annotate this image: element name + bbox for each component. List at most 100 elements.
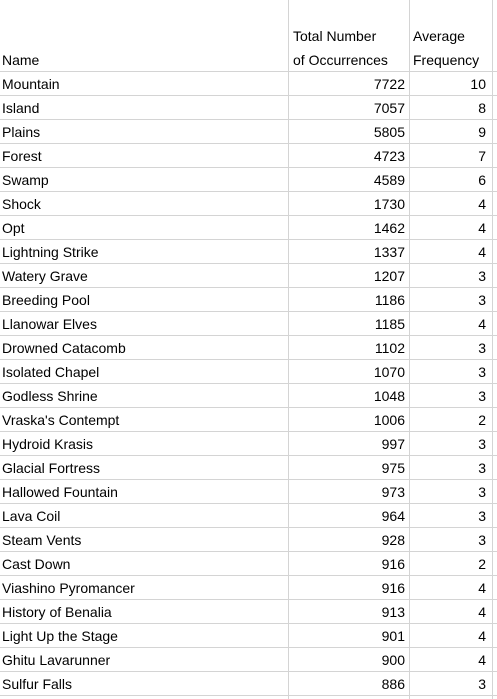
row-divider xyxy=(0,503,497,504)
cell-total[interactable]: 997 xyxy=(289,432,407,456)
cell-frequency[interactable]: 10 xyxy=(410,72,490,96)
row-divider xyxy=(0,215,497,216)
header-name-cell[interactable]: Name xyxy=(2,48,39,72)
row-divider xyxy=(0,143,497,144)
cell-frequency[interactable]: 4 xyxy=(410,648,490,672)
cell-total[interactable]: 1102 xyxy=(289,336,407,360)
cell-name[interactable]: Light Up the Stage xyxy=(2,624,286,648)
cell-total[interactable]: 7057 xyxy=(289,96,407,120)
cell-name[interactable]: Island xyxy=(2,96,286,120)
cell-frequency[interactable]: 8 xyxy=(410,96,490,120)
cell-frequency[interactable]: 2 xyxy=(410,552,490,576)
row-divider xyxy=(0,431,497,432)
cell-name[interactable]: Opt xyxy=(2,216,286,240)
cell-total[interactable]: 1006 xyxy=(289,408,407,432)
cell-total[interactable]: 1186 xyxy=(289,288,407,312)
cell-name[interactable]: Mountain xyxy=(2,72,286,96)
row-divider xyxy=(0,455,497,456)
cell-total[interactable]: 1048 xyxy=(289,384,407,408)
cell-name[interactable]: Forest xyxy=(2,144,286,168)
cell-total[interactable]: 1462 xyxy=(289,216,407,240)
row-divider xyxy=(0,95,497,96)
cell-name[interactable]: Breeding Pool xyxy=(2,288,286,312)
cell-name[interactable]: Lava Coil xyxy=(2,504,286,528)
cell-name[interactable]: Cast Down xyxy=(2,552,286,576)
cell-total[interactable]: 1185 xyxy=(289,312,407,336)
cell-total[interactable]: 975 xyxy=(289,456,407,480)
cell-frequency[interactable]: 3 xyxy=(410,336,490,360)
row-divider xyxy=(0,647,497,648)
row-divider xyxy=(0,335,497,336)
cell-name[interactable]: Viashino Pyromancer xyxy=(2,576,286,600)
cell-name[interactable]: Sulfur Falls xyxy=(2,672,286,696)
cell-frequency[interactable]: 4 xyxy=(410,192,490,216)
cell-frequency[interactable]: 3 xyxy=(410,432,490,456)
cell-frequency[interactable]: 4 xyxy=(410,576,490,600)
row-divider xyxy=(0,239,497,240)
row-divider xyxy=(0,383,497,384)
cell-name[interactable]: Vraska's Contempt xyxy=(2,408,286,432)
header-total-cell[interactable]: Total Number of Occurrences xyxy=(293,24,388,72)
cell-frequency[interactable]: 3 xyxy=(410,384,490,408)
cell-name[interactable]: Swamp xyxy=(2,168,286,192)
row-divider xyxy=(0,287,497,288)
cell-total[interactable]: 900 xyxy=(289,648,407,672)
cell-total[interactable]: 1337 xyxy=(289,240,407,264)
cell-total[interactable]: 4723 xyxy=(289,144,407,168)
cell-frequency[interactable]: 6 xyxy=(410,168,490,192)
cell-name[interactable]: Godless Shrine xyxy=(2,384,286,408)
cell-frequency[interactable]: 3 xyxy=(410,264,490,288)
cell-total[interactable]: 901 xyxy=(289,624,407,648)
cell-total[interactable]: 5805 xyxy=(289,120,407,144)
cell-name[interactable]: Steam Vents xyxy=(2,528,286,552)
cell-name[interactable]: Llanowar Elves xyxy=(2,312,286,336)
cell-frequency[interactable]: 2 xyxy=(410,408,490,432)
cell-name[interactable]: Hallowed Fountain xyxy=(2,480,286,504)
cell-name[interactable]: Glacial Fortress xyxy=(2,456,286,480)
cell-total[interactable]: 1207 xyxy=(289,264,407,288)
cell-total[interactable]: 913 xyxy=(289,600,407,624)
row-divider xyxy=(0,167,497,168)
cell-total[interactable]: 1730 xyxy=(289,192,407,216)
cell-frequency[interactable]: 3 xyxy=(410,288,490,312)
row-divider xyxy=(0,527,497,528)
cell-name[interactable]: Shock xyxy=(2,192,286,216)
cell-frequency[interactable]: 4 xyxy=(410,624,490,648)
cell-total[interactable]: 916 xyxy=(289,576,407,600)
cell-frequency[interactable]: 4 xyxy=(410,216,490,240)
cell-frequency[interactable]: 4 xyxy=(410,312,490,336)
cell-name[interactable]: History of Benalia xyxy=(2,600,286,624)
cell-frequency[interactable]: 3 xyxy=(410,528,490,552)
row-divider xyxy=(0,359,497,360)
cell-frequency[interactable]: 3 xyxy=(410,504,490,528)
cell-total[interactable]: 7722 xyxy=(289,72,407,96)
row-divider xyxy=(0,311,497,312)
cell-frequency[interactable]: 9 xyxy=(410,120,490,144)
cell-total[interactable]: 964 xyxy=(289,504,407,528)
cell-frequency[interactable]: 4 xyxy=(410,600,490,624)
row-divider xyxy=(0,479,497,480)
cell-frequency[interactable]: 3 xyxy=(410,456,490,480)
cell-frequency[interactable]: 3 xyxy=(410,360,490,384)
cell-name[interactable]: Hydroid Krasis xyxy=(2,432,286,456)
cell-total[interactable]: 886 xyxy=(289,672,407,696)
cell-name[interactable]: Drowned Catacomb xyxy=(2,336,286,360)
cell-name[interactable]: Lightning Strike xyxy=(2,240,286,264)
header-frequency-line1: Average xyxy=(413,28,465,44)
cell-total[interactable]: 973 xyxy=(289,480,407,504)
header-name-label: Name xyxy=(2,52,40,68)
cell-name[interactable]: Watery Grave xyxy=(2,264,286,288)
cell-frequency[interactable]: 3 xyxy=(410,480,490,504)
cell-name[interactable]: Plains xyxy=(2,120,286,144)
cell-total[interactable]: 1070 xyxy=(289,360,407,384)
cell-name[interactable]: Ghitu Lavarunner xyxy=(2,648,286,672)
header-frequency-cell[interactable]: Average Frequency xyxy=(413,24,479,72)
cell-total[interactable]: 928 xyxy=(289,528,407,552)
row-divider xyxy=(0,599,497,600)
cell-frequency[interactable]: 3 xyxy=(410,672,490,696)
cell-name[interactable]: Isolated Chapel xyxy=(2,360,286,384)
cell-frequency[interactable]: 4 xyxy=(410,240,490,264)
cell-frequency[interactable]: 7 xyxy=(410,144,490,168)
cell-total[interactable]: 916 xyxy=(289,552,407,576)
cell-total[interactable]: 4589 xyxy=(289,168,407,192)
